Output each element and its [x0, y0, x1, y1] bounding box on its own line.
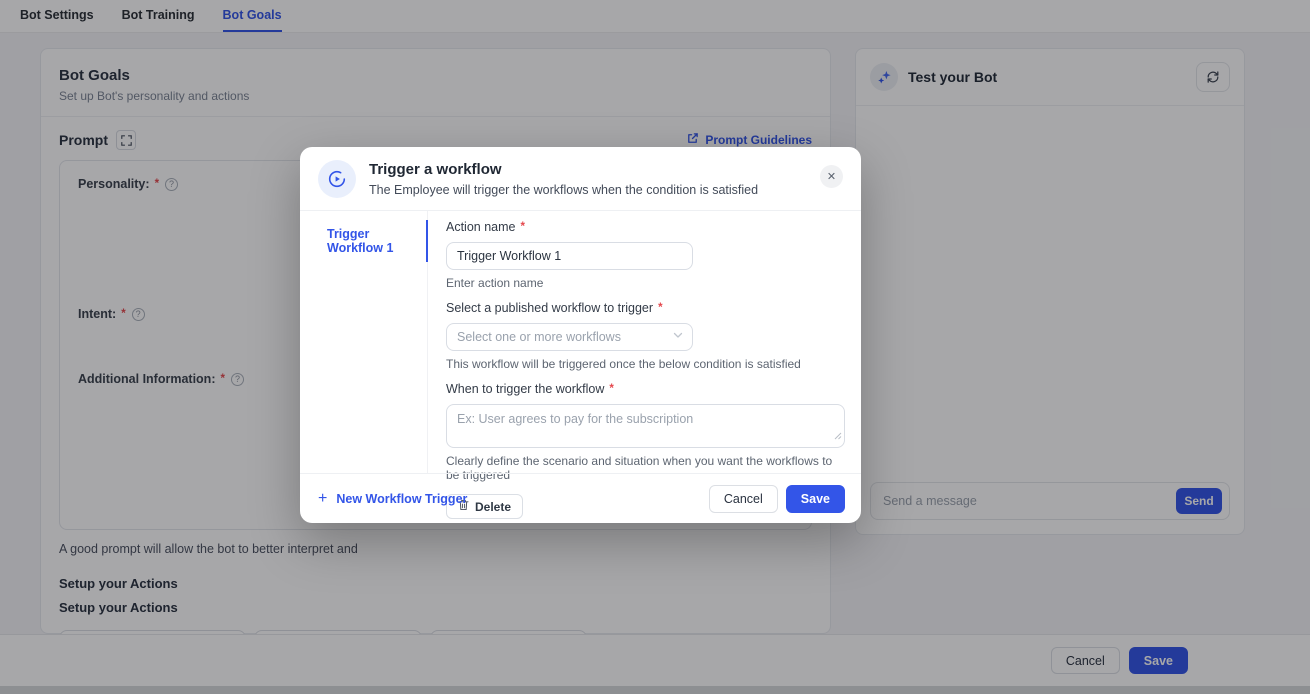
required-mark: * [658, 302, 663, 314]
trigger-workflow-modal: Trigger a workflow The Employee will tri… [300, 147, 861, 523]
workflow-select[interactable]: Select one or more workflows [446, 323, 693, 351]
close-icon[interactable]: ✕ [820, 165, 843, 188]
workflow-select-help: This workflow will be triggered once the… [446, 357, 801, 371]
workflow-select-placeholder: Select one or more workflows [457, 330, 621, 344]
when-to-trigger-label: When to trigger the workflow * [446, 382, 614, 396]
modal-subtitle: The Employee will trigger the workflows … [369, 183, 759, 197]
when-to-trigger-wrapper [446, 404, 845, 448]
workflow-play-icon [318, 160, 356, 198]
plus-icon: + [318, 489, 328, 507]
new-workflow-trigger-link[interactable]: + New Workflow Trigger [318, 489, 709, 507]
action-name-input[interactable] [446, 242, 693, 270]
new-workflow-trigger-label: New Workflow Trigger [336, 491, 468, 506]
modal-title: Trigger a workflow [369, 161, 502, 178]
modal-body: Trigger Workflow 1 Action name * Enter a… [300, 211, 861, 519]
select-workflow-label: Select a published workflow to trigger * [446, 301, 663, 315]
action-name-help: Enter action name [446, 276, 544, 290]
action-name-label: Action name * [446, 220, 525, 234]
chevron-down-icon [672, 328, 684, 346]
when-to-trigger-textarea[interactable] [446, 404, 845, 448]
required-mark: * [520, 221, 525, 233]
tab-trigger-workflow-1[interactable]: Trigger Workflow 1 [300, 217, 428, 265]
workflow-tabs-column: Trigger Workflow 1 [300, 211, 428, 473]
modal-save-button[interactable]: Save [785, 484, 845, 513]
modal-header-text: Trigger a workflow The Employee will tri… [369, 160, 758, 197]
modal-cancel-button[interactable]: Cancel [708, 484, 778, 513]
workflow-form: Action name * Enter action name Select a… [428, 211, 861, 519]
modal-header: Trigger a workflow The Employee will tri… [300, 147, 861, 211]
modal-footer: + New Workflow Trigger Cancel Save [300, 473, 861, 523]
required-mark: * [609, 383, 614, 395]
